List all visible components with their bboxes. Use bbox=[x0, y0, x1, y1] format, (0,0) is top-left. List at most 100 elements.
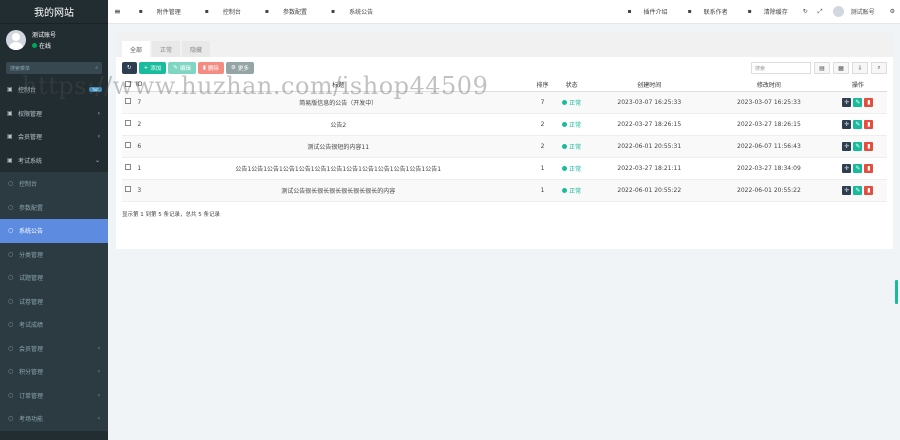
sidebar-item-9[interactable]: ○ 试卷管理 bbox=[0, 289, 108, 313]
cell-sort: 7 bbox=[531, 91, 554, 114]
delete-row-button[interactable]: ▮ bbox=[864, 141, 874, 151]
cell-title: 测试公告很短的内容11 bbox=[145, 135, 532, 158]
refresh-icon[interactable]: ↻ bbox=[798, 8, 813, 15]
sidebar-item-8[interactable]: ○ 试题管理 bbox=[0, 266, 108, 290]
edit-row-button[interactable]: ✎ bbox=[853, 97, 863, 107]
edit-row-button[interactable]: ✎ bbox=[853, 141, 863, 151]
drag-sort-button[interactable]: ✛ bbox=[842, 185, 852, 195]
cell-status: 正常 bbox=[553, 91, 590, 114]
toggle-view-button[interactable]: ▤ bbox=[814, 62, 830, 74]
circle-icon: ○ bbox=[8, 203, 14, 211]
status-dot-icon bbox=[562, 121, 568, 127]
sidebar-item-1[interactable]: ▣ 权限管理 ‹ bbox=[0, 102, 108, 126]
column-header[interactable]: 排序 bbox=[531, 79, 554, 92]
sidebar-item-label: 系统公告 bbox=[19, 228, 44, 236]
tab-0[interactable]: 全部 bbox=[122, 41, 151, 57]
chevron-icon: ‹ bbox=[97, 391, 100, 399]
sidebar-item-5[interactable]: ○ 参数配置 bbox=[0, 195, 108, 219]
columns-button[interactable]: ▦ bbox=[833, 62, 849, 74]
sidebar-item-label: 考试系统 bbox=[18, 157, 43, 165]
sidebar-item-6[interactable]: ○ 系统公告 bbox=[0, 219, 108, 243]
delete-row-button[interactable]: ▮ bbox=[864, 163, 874, 173]
circle-icon: ○ bbox=[8, 415, 14, 423]
fullscreen-icon[interactable]: ⤢ bbox=[813, 8, 828, 16]
sidebar-item-3[interactable]: ▣ 考试系统 ⌄ bbox=[0, 149, 108, 173]
top-right-label: 插件介绍 bbox=[643, 9, 668, 16]
drag-sort-button[interactable]: ✛ bbox=[842, 141, 852, 151]
sidebar-item-12[interactable]: ○ 积分管理 ‹ bbox=[0, 360, 108, 384]
top-nav-item[interactable]: ▪ 附件管理 bbox=[127, 7, 193, 16]
delete-row-button[interactable]: ▮ bbox=[864, 97, 874, 107]
row-actions: ✛ ✎ ▮ bbox=[842, 141, 874, 151]
sidebar-item-11[interactable]: ○ 会员管理 ‹ bbox=[0, 336, 108, 360]
top-nav-item[interactable]: ▪ 系统公告 bbox=[319, 7, 385, 16]
nav-icon: ▪ bbox=[330, 8, 336, 15]
hamburger-icon[interactable]: ≡ bbox=[108, 7, 127, 16]
cell-created: 2022-06-01 20:55:22 bbox=[589, 179, 710, 202]
edit-row-button[interactable]: ✎ bbox=[853, 185, 863, 195]
top-right-item[interactable]: ▪ 联系作者 bbox=[678, 7, 738, 16]
sidebar-item-14[interactable]: ○ 考场功能 ‹ bbox=[0, 407, 108, 431]
status-badge: 正常 bbox=[562, 142, 581, 151]
cell-sort: 2 bbox=[531, 113, 554, 136]
top-nav-item[interactable]: ▪ 控制台 bbox=[193, 7, 253, 16]
book-icon: ▣ bbox=[7, 156, 13, 164]
checkbox-cell bbox=[122, 113, 134, 136]
top-right-item[interactable]: ▪ 插件介绍 bbox=[617, 7, 677, 16]
circle-icon: ○ bbox=[8, 368, 14, 376]
row-checkbox[interactable] bbox=[124, 120, 131, 126]
search-icon[interactable]: ⌕ bbox=[95, 65, 98, 71]
nav-icon: ▪ bbox=[627, 8, 632, 15]
sidebar-item-7[interactable]: ○ 分类管理 bbox=[0, 242, 108, 266]
cell-actions: ✛ ✎ ▮ bbox=[828, 179, 887, 202]
cell-status: 正常 bbox=[553, 113, 590, 136]
app-logo[interactable]: 我的网站 bbox=[0, 0, 108, 24]
status-label: 正常 bbox=[569, 187, 582, 195]
drag-sort-button[interactable]: ✛ bbox=[842, 163, 852, 173]
top-nav-item[interactable]: ▪ 参数配置 bbox=[253, 7, 319, 16]
column-header[interactable]: 创建时间 bbox=[589, 79, 710, 92]
top-right-item[interactable]: ▪ 清除缓存 bbox=[738, 7, 798, 16]
delete-row-button[interactable]: ▮ bbox=[864, 119, 874, 129]
tab-2[interactable]: 隐藏 bbox=[182, 41, 211, 57]
sidebar-item-label: 权限管理 bbox=[18, 110, 43, 118]
sidebar-item-2[interactable]: ▣ 会员管理 ‹ bbox=[0, 125, 108, 149]
users-icon: ▣ bbox=[7, 109, 13, 117]
advanced-search-button[interactable]: ⌕ bbox=[871, 62, 887, 74]
delete-row-button[interactable]: ▮ bbox=[864, 185, 874, 195]
sidebar-item-label: 会员管理 bbox=[18, 134, 43, 142]
scroll-handle[interactable] bbox=[895, 280, 898, 304]
column-header[interactable]: 修改时间 bbox=[709, 79, 829, 92]
user-icon: ▣ bbox=[7, 133, 13, 141]
table-search-input[interactable]: 搜索 bbox=[751, 62, 811, 74]
row-checkbox[interactable] bbox=[124, 186, 131, 192]
sidebar-item-label: 分类管理 bbox=[19, 251, 44, 259]
drag-sort-button[interactable]: ✛ bbox=[842, 119, 852, 129]
circle-icon: ○ bbox=[8, 274, 14, 282]
status-dot-icon bbox=[562, 187, 568, 193]
cell-created: 2023-03-07 16:25:33 bbox=[589, 91, 710, 114]
sidebar-item-4[interactable]: ○ 控制台 bbox=[0, 172, 108, 196]
row-actions: ✛ ✎ ▮ bbox=[842, 97, 874, 107]
column-header[interactable]: 状态 bbox=[553, 79, 590, 92]
tab-1[interactable]: 正常 bbox=[152, 41, 181, 57]
edit-row-button[interactable]: ✎ bbox=[853, 163, 863, 173]
account-menu[interactable]: 测试账号 bbox=[828, 6, 885, 17]
cell-updated: 2022-06-07 11:56:43 bbox=[709, 135, 829, 158]
column-header[interactable]: 操作 bbox=[828, 79, 887, 92]
cell-created: 2022-03-27 18:26:15 bbox=[589, 113, 710, 136]
row-checkbox[interactable] bbox=[124, 142, 131, 148]
pencil-icon: ✎ bbox=[173, 65, 178, 71]
export-button[interactable]: ⇩ bbox=[852, 62, 868, 74]
drag-sort-button[interactable]: ✛ bbox=[842, 97, 852, 107]
edit-row-button[interactable]: ✎ bbox=[853, 119, 863, 129]
avatar bbox=[6, 30, 26, 50]
circle-icon: ○ bbox=[8, 297, 14, 305]
top-navbar: ≡ ▪ 附件管理 ▪ 控制台 ▪ 参数配置 ▪ 系统公告 ▪ 插件介绍 ▪ 联系作者 ▪ 清除缓存 ↻ ⤢ 测… bbox=[108, 0, 900, 24]
settings-icon[interactable]: ⚙ bbox=[885, 8, 900, 15]
chevron-icon: ⌄ bbox=[94, 156, 100, 164]
sidebar-item-10[interactable]: ○ 考试成绩 bbox=[0, 313, 108, 337]
cell-actions: ✛ ✎ ▮ bbox=[828, 113, 887, 136]
row-checkbox[interactable] bbox=[124, 164, 131, 170]
sidebar-item-13[interactable]: ○ 订单管理 ‹ bbox=[0, 383, 108, 407]
